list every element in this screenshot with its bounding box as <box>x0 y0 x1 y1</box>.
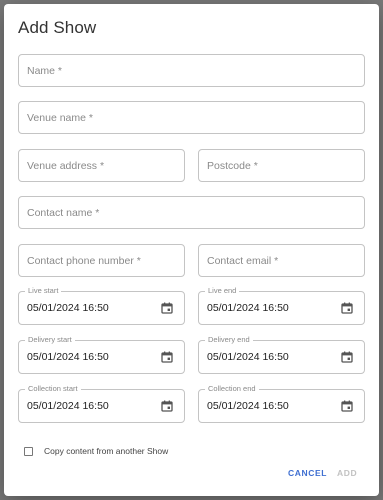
collection-start-field[interactable]: Collection start 05/01/2024 16:50 <box>18 384 185 423</box>
copy-content-label: Copy content from another Show <box>44 446 169 456</box>
postcode-placeholder: Postcode * <box>207 159 258 172</box>
venue-name-field[interactable]: Venue name * <box>18 101 365 134</box>
collection-start-value: 05/01/2024 16:50 <box>27 400 109 412</box>
venue-address-placeholder: Venue address * <box>27 159 105 172</box>
name-field[interactable]: Name * <box>18 54 365 87</box>
dialog-title: Add Show <box>18 18 97 37</box>
calendar-icon[interactable] <box>341 302 353 314</box>
copy-content-checkbox[interactable] <box>24 446 33 456</box>
add-show-dialog: Add Show Name * Venue name * Venue addre… <box>4 4 379 496</box>
add-button[interactable]: ADD <box>337 468 357 478</box>
delivery-start-value: 05/01/2024 16:50 <box>27 351 109 363</box>
delivery-end-label: Delivery end <box>205 335 253 345</box>
calendar-icon[interactable] <box>341 351 353 363</box>
venue-name-placeholder: Venue name * <box>27 111 93 124</box>
contact-phone-field[interactable]: Contact phone number * <box>18 244 185 277</box>
calendar-icon[interactable] <box>161 302 173 314</box>
live-end-value: 05/01/2024 16:50 <box>207 302 289 314</box>
name-placeholder: Name * <box>27 64 63 77</box>
delivery-end-value: 05/01/2024 16:50 <box>207 351 289 363</box>
collection-end-field[interactable]: Collection end 05/01/2024 16:50 <box>198 384 365 423</box>
copy-content-row: Copy content from another Show <box>24 446 168 456</box>
collection-end-label: Collection end <box>205 384 259 394</box>
collection-start-label: Collection start <box>25 384 81 394</box>
live-end-label: Live end <box>205 286 240 296</box>
live-start-label: Live start <box>25 286 62 296</box>
collection-end-value: 05/01/2024 16:50 <box>207 400 289 412</box>
postcode-field[interactable]: Postcode * <box>198 149 365 182</box>
delivery-start-label: Delivery start <box>25 335 75 345</box>
cancel-button[interactable]: CANCEL <box>288 468 327 478</box>
contact-email-placeholder: Contact email * <box>207 254 279 267</box>
calendar-icon[interactable] <box>341 400 353 412</box>
live-start-field[interactable]: Live start 05/01/2024 16:50 <box>18 286 185 325</box>
calendar-icon[interactable] <box>161 351 173 363</box>
venue-address-field[interactable]: Venue address * <box>18 149 185 182</box>
live-end-field[interactable]: Live end 05/01/2024 16:50 <box>198 286 365 325</box>
live-start-value: 05/01/2024 16:50 <box>27 302 109 314</box>
delivery-end-field[interactable]: Delivery end 05/01/2024 16:50 <box>198 335 365 374</box>
calendar-icon[interactable] <box>161 400 173 412</box>
delivery-start-field[interactable]: Delivery start 05/01/2024 16:50 <box>18 335 185 374</box>
contact-name-field[interactable]: Contact name * <box>18 196 365 229</box>
contact-name-placeholder: Contact name * <box>27 206 100 219</box>
contact-email-field[interactable]: Contact email * <box>198 244 365 277</box>
contact-phone-placeholder: Contact phone number * <box>27 254 141 267</box>
